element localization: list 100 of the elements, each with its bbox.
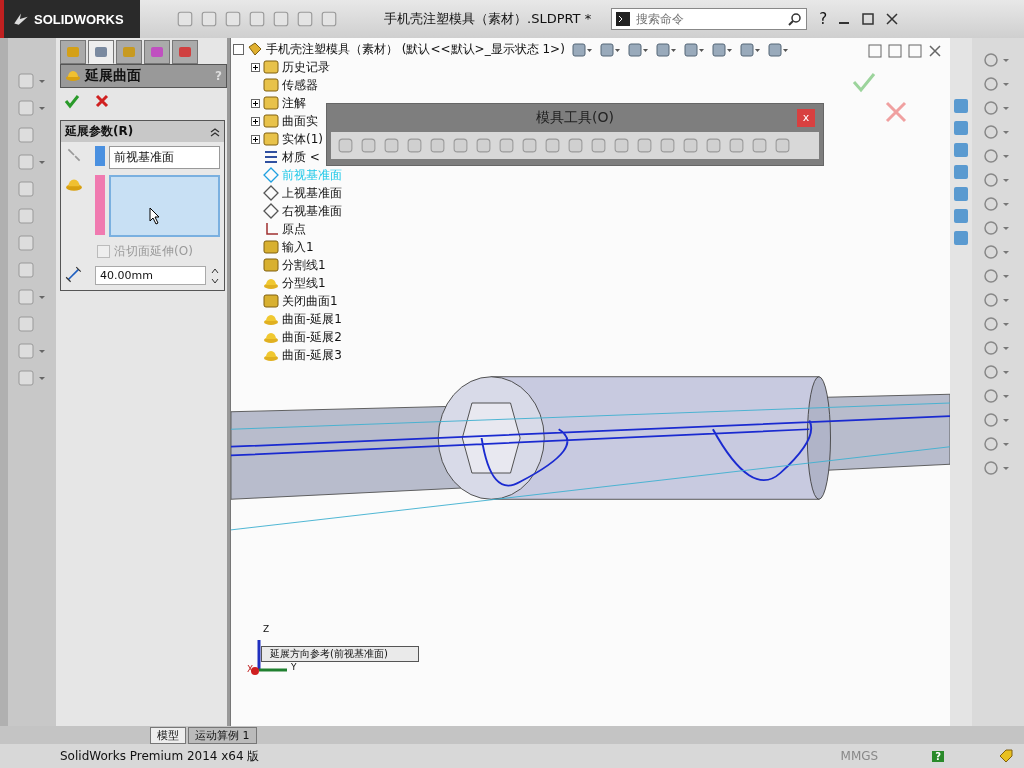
viewport-control-icon[interactable] — [888, 44, 902, 58]
view-tool-icon[interactable] — [767, 42, 789, 58]
tool-icon[interactable] — [17, 72, 47, 90]
toolbar-icon[interactable] — [248, 10, 266, 28]
tool-icon[interactable] — [17, 153, 47, 171]
cancel-icon[interactable] — [884, 100, 908, 124]
view-tool-icon[interactable] — [599, 42, 621, 58]
search-field[interactable]: 搜索命令 — [611, 8, 808, 30]
toolbar-icon[interactable] — [320, 10, 338, 28]
tree-item[interactable]: 注解 — [282, 94, 306, 112]
group-header[interactable]: 延展参数(R) — [61, 121, 224, 142]
help-button[interactable]: ? — [932, 750, 944, 762]
toolbar-icon[interactable] — [296, 10, 314, 28]
checkbox-label: 沿切面延伸(O) — [114, 243, 193, 260]
tree-item[interactable]: 原点 — [282, 220, 306, 238]
mold-tool-icon[interactable] — [429, 137, 446, 154]
mold-tool-icon[interactable] — [406, 137, 423, 154]
tool-icon[interactable] — [17, 369, 47, 387]
tree-item[interactable]: 实体(1) — [282, 130, 323, 148]
close-button[interactable]: x — [797, 109, 815, 127]
mold-tool-icon[interactable] — [452, 137, 469, 154]
mold-tool-icon[interactable] — [498, 137, 515, 154]
mold-tool-icon[interactable] — [705, 137, 722, 154]
view-tool-icon[interactable] — [683, 42, 705, 58]
toolbar-icon[interactable] — [200, 10, 218, 28]
mold-tool-icon[interactable] — [636, 137, 653, 154]
tree-item[interactable]: 分型线1 — [282, 274, 326, 292]
task-pane-icon[interactable] — [953, 230, 969, 246]
mold-tool-icon[interactable] — [383, 137, 400, 154]
task-pane-icon[interactable] — [953, 120, 969, 136]
mold-tool-icon[interactable] — [521, 137, 538, 154]
spinner-icon[interactable] — [210, 266, 220, 286]
task-pane-icon[interactable] — [953, 164, 969, 180]
close-icon[interactable] — [928, 44, 942, 58]
confirm-check-icon[interactable] — [852, 70, 876, 94]
collapse-icon[interactable] — [210, 126, 220, 137]
mold-tool-icon[interactable] — [774, 137, 791, 154]
tree-root-label[interactable]: 手机壳注塑模具（素材） (默认<<默认>_显示状态 1>) — [266, 40, 565, 58]
expand-icon[interactable] — [251, 116, 260, 126]
manager-tab[interactable] — [60, 40, 86, 64]
toolbar-icon[interactable] — [176, 10, 194, 28]
toolbar-icon[interactable] — [224, 10, 242, 28]
mold-tool-icon[interactable] — [613, 137, 630, 154]
mold-tool-icon[interactable] — [751, 137, 768, 154]
task-pane-icon[interactable] — [953, 142, 969, 158]
maximize-icon[interactable] — [861, 12, 876, 26]
tree-item[interactable]: 曲面实 — [282, 112, 318, 130]
tree-item[interactable]: 曲面-延展2 — [282, 328, 342, 346]
tree-item[interactable]: 上视基准面 — [282, 184, 342, 202]
manager-tab[interactable] — [88, 40, 114, 64]
task-pane-icon[interactable] — [953, 186, 969, 202]
tree-item[interactable]: 右视基准面 — [282, 202, 342, 220]
toolbar-icon[interactable] — [272, 10, 290, 28]
view-tool-icon[interactable] — [711, 42, 733, 58]
feature-icon — [263, 95, 279, 111]
view-tool-icon[interactable] — [627, 42, 649, 58]
tool-icon[interactable] — [17, 342, 47, 360]
distance-field[interactable]: 40.00mm — [95, 266, 206, 285]
mold-tool-icon[interactable] — [590, 137, 607, 154]
mold-tool-icon[interactable] — [360, 137, 377, 154]
view-tool-icon[interactable] — [739, 42, 761, 58]
close-icon[interactable] — [885, 12, 900, 26]
manager-tab[interactable] — [144, 40, 170, 64]
tree-item[interactable]: 历史记录 — [282, 58, 330, 76]
mold-tool-icon[interactable] — [682, 137, 699, 154]
bottom-tab[interactable]: 模型 — [150, 727, 186, 744]
tree-item[interactable]: 曲面-延展3 — [282, 346, 342, 364]
ok-check-icon[interactable] — [64, 93, 80, 109]
view-tool-icon[interactable] — [655, 42, 677, 58]
tag-icon[interactable] — [998, 748, 1014, 764]
manager-tab[interactable] — [172, 40, 198, 64]
tree-item[interactable]: 传感器 — [282, 76, 318, 94]
help-button[interactable]: ? — [819, 10, 828, 28]
collapse-toggle[interactable] — [233, 43, 244, 55]
tool-icon[interactable] — [17, 288, 47, 306]
bottom-tab[interactable]: 运动算例 1 — [188, 727, 257, 744]
selection-box[interactable] — [109, 175, 220, 237]
mold-tool-icon[interactable] — [567, 137, 584, 154]
expand-icon[interactable] — [251, 134, 260, 144]
viewport-control-icon[interactable] — [868, 44, 882, 58]
viewport-control-icon[interactable] — [908, 44, 922, 58]
mold-tool-icon[interactable] — [475, 137, 492, 154]
tool-icon[interactable] — [17, 99, 47, 117]
tree-item[interactable]: 曲面-延展1 — [282, 310, 342, 328]
cancel-icon[interactable] — [94, 93, 110, 109]
tree-item[interactable]: 分割线1 — [282, 256, 326, 274]
view-tool-icon[interactable] — [571, 42, 593, 58]
expand-icon[interactable] — [251, 62, 260, 72]
tree-item[interactable]: 材质 < — [282, 148, 320, 166]
expand-icon[interactable] — [251, 98, 260, 108]
manager-tab[interactable] — [116, 40, 142, 64]
plane-field[interactable]: 前视基准面 — [109, 146, 220, 169]
mold-tool-icon[interactable] — [544, 137, 561, 154]
tree-item[interactable]: 输入1 — [282, 238, 314, 256]
mold-tool-icon[interactable] — [728, 137, 745, 154]
tree-item[interactable]: 关闭曲面1 — [282, 292, 338, 310]
mold-tool-icon[interactable] — [659, 137, 676, 154]
mold-tool-icon[interactable] — [337, 137, 354, 154]
task-pane-icon[interactable] — [953, 98, 969, 114]
task-pane-icon[interactable] — [953, 208, 969, 224]
